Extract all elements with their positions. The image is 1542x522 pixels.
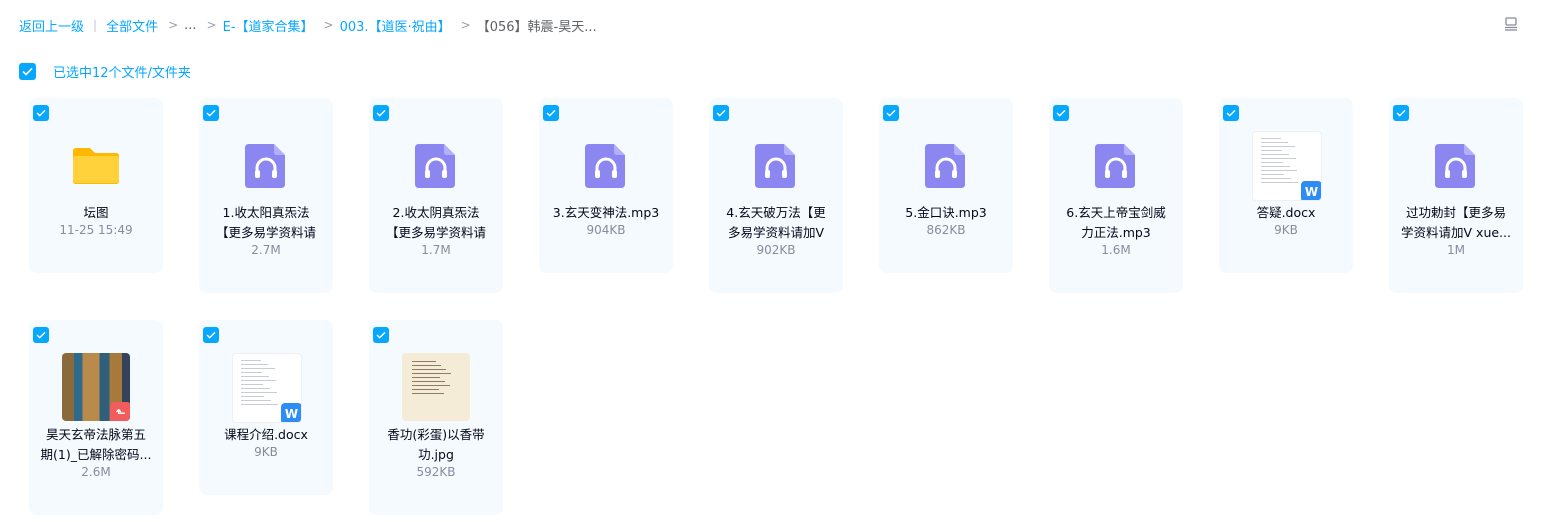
file-card[interactable]: 过功勅封【更多易 学资料请加V xue... 1M: [1389, 98, 1523, 293]
pdf-icon: ⬑: [110, 402, 130, 421]
back-link[interactable]: 返回上一级: [19, 16, 84, 35]
file-meta: 1M: [1447, 243, 1465, 257]
file-checkbox[interactable]: [543, 105, 559, 121]
file-name: 课程介绍.docx: [205, 425, 327, 445]
file-name: 2.收太阴真炁法 【更多易学资料请: [375, 203, 497, 243]
file-name-line1: 6.玄天上帝宝剑威: [1066, 205, 1166, 220]
docx-thumbnail: W: [1252, 131, 1322, 201]
select-all-checkbox[interactable]: [19, 63, 36, 80]
file-card[interactable]: 1.收太阳真炁法 【更多易学资料请 2.7M: [199, 98, 333, 293]
file-name: 5.金口诀.mp3: [885, 203, 1007, 223]
file-name: 答疑.docx: [1225, 203, 1347, 223]
file-name: 坛图: [35, 203, 157, 223]
file-meta: 1.6M: [1101, 243, 1131, 257]
file-checkbox[interactable]: [1393, 105, 1409, 121]
breadcrumb-current: 【056】韩震-昊天...: [476, 19, 597, 35]
file-name-line2: 期(1)_已解除密码...: [40, 447, 152, 462]
file-checkbox[interactable]: [1053, 105, 1069, 121]
file-checkbox[interactable]: [713, 105, 729, 121]
breadcrumb-divider: |: [93, 18, 98, 32]
file-card[interactable]: 4.玄天破万法【更 多易学资料请加V 902KB: [709, 98, 843, 293]
file-meta: 11-25 15:49: [59, 223, 133, 237]
file-name-line1: 坛图: [83, 205, 109, 220]
audio-file-icon: [415, 144, 455, 188]
file-name-line1: 过功勅封【更多易: [1405, 205, 1506, 220]
audio-file-icon: [755, 144, 795, 188]
pdf-thumbnail: ⬑: [62, 353, 130, 421]
file-name-line2: 【更多易学资料请: [385, 225, 486, 240]
file-checkbox[interactable]: [883, 105, 899, 121]
all-files-link[interactable]: 全部文件: [106, 16, 158, 35]
view-toggle-icon[interactable]: [1503, 16, 1519, 32]
file-name: 香功(彩蛋)以香带 功.jpg: [375, 425, 497, 465]
file-checkbox[interactable]: [203, 105, 219, 121]
image-thumbnail: [402, 353, 470, 421]
file-checkbox[interactable]: [33, 327, 49, 343]
breadcrumb-ellipsis[interactable]: ...: [184, 18, 196, 33]
file-card[interactable]: 坛图 11-25 15:49: [29, 98, 163, 273]
file-card[interactable]: 2.收太阴真炁法 【更多易学资料请 1.7M: [369, 98, 503, 293]
file-name-line1: 3.玄天变神法.mp3: [552, 205, 660, 220]
file-name-line1: 香功(彩蛋)以香带: [387, 427, 485, 442]
file-card[interactable]: 6.玄天上帝宝剑威 力正法.mp3 1.6M: [1049, 98, 1183, 293]
file-meta: 9KB: [1274, 223, 1298, 237]
audio-file-icon: [1435, 144, 1475, 188]
audio-file-icon: [585, 144, 625, 188]
file-name-line1: 4.玄天破万法【更: [726, 205, 826, 220]
file-meta: 592KB: [416, 465, 456, 479]
breadcrumb-arrow-icon: >: [206, 18, 217, 32]
file-meta: 2.7M: [251, 243, 281, 257]
file-card[interactable]: 5.金口诀.mp3 862KB: [879, 98, 1013, 273]
docx-thumbnail: W: [232, 353, 302, 423]
file-name: 6.玄天上帝宝剑威 力正法.mp3: [1055, 203, 1177, 243]
breadcrumb-arrow-icon: >: [323, 18, 334, 32]
file-name: 昊天玄帝法脉第五 期(1)_已解除密码...: [35, 425, 157, 465]
breadcrumb-item-level1[interactable]: E-【道家合集】: [223, 16, 314, 35]
selection-bar: 已选中12个文件/文件夹: [19, 62, 191, 81]
file-checkbox[interactable]: [373, 105, 389, 121]
breadcrumb-arrow-icon: >: [168, 18, 179, 32]
file-checkbox[interactable]: [203, 327, 219, 343]
file-checkbox[interactable]: [33, 105, 49, 121]
word-icon: W: [1301, 181, 1321, 200]
file-meta: 904KB: [586, 223, 626, 237]
audio-file-icon: [245, 144, 285, 188]
audio-file-icon: [925, 144, 965, 188]
breadcrumb-arrow-icon: >: [460, 18, 471, 32]
file-name-line2: 多易学资料请加V: [727, 225, 825, 240]
file-name-line1: 昊天玄帝法脉第五: [45, 427, 146, 442]
file-name-line1: 答疑.docx: [1256, 205, 1316, 220]
file-name-line1: 2.收太阴真炁法: [392, 205, 480, 220]
file-name-line1: 5.金口诀.mp3: [905, 205, 987, 220]
breadcrumb-item-level2[interactable]: 003.【道医·祝由】: [340, 16, 451, 35]
file-name-line2: 力正法.mp3: [1081, 225, 1151, 240]
file-name-line1: 1.收太阳真炁法: [222, 205, 310, 220]
breadcrumb: 返回上一级 | 全部文件 > ... > E-【道家合集】 > 003.【道医·…: [19, 15, 597, 35]
file-checkbox[interactable]: [1223, 105, 1239, 121]
file-card[interactable]: 香功(彩蛋)以香带 功.jpg 592KB: [369, 320, 503, 515]
file-name: 过功勅封【更多易 学资料请加V xue...: [1395, 203, 1517, 243]
file-name-line2: 【更多易学资料请: [215, 225, 316, 240]
file-card[interactable]: W 答疑.docx 9KB: [1219, 98, 1353, 273]
file-name: 1.收太阳真炁法 【更多易学资料请: [205, 203, 327, 243]
file-name: 3.玄天变神法.mp3: [545, 203, 667, 223]
file-card[interactable]: ⬑ 昊天玄帝法脉第五 期(1)_已解除密码... 2.6M: [29, 320, 163, 515]
selection-count: 已选中12个文件/文件夹: [53, 66, 191, 81]
file-name: 4.玄天破万法【更 多易学资料请加V: [715, 203, 837, 243]
file-meta: 1.7M: [421, 243, 451, 257]
file-card[interactable]: W 课程介绍.docx 9KB: [199, 320, 333, 495]
word-icon: W: [281, 403, 301, 422]
folder-icon: [73, 148, 119, 184]
file-card[interactable]: 3.玄天变神法.mp3 904KB: [539, 98, 673, 273]
file-meta: 862KB: [926, 223, 966, 237]
file-checkbox[interactable]: [373, 327, 389, 343]
file-meta: 902KB: [756, 243, 796, 257]
file-meta: 9KB: [254, 445, 278, 459]
audio-file-icon: [1095, 144, 1135, 188]
file-name-line1: 课程介绍.docx: [224, 427, 308, 442]
file-name-line2: 学资料请加V xue...: [1401, 225, 1511, 240]
file-meta: 2.6M: [81, 465, 111, 479]
file-name-line2: 功.jpg: [418, 447, 454, 462]
